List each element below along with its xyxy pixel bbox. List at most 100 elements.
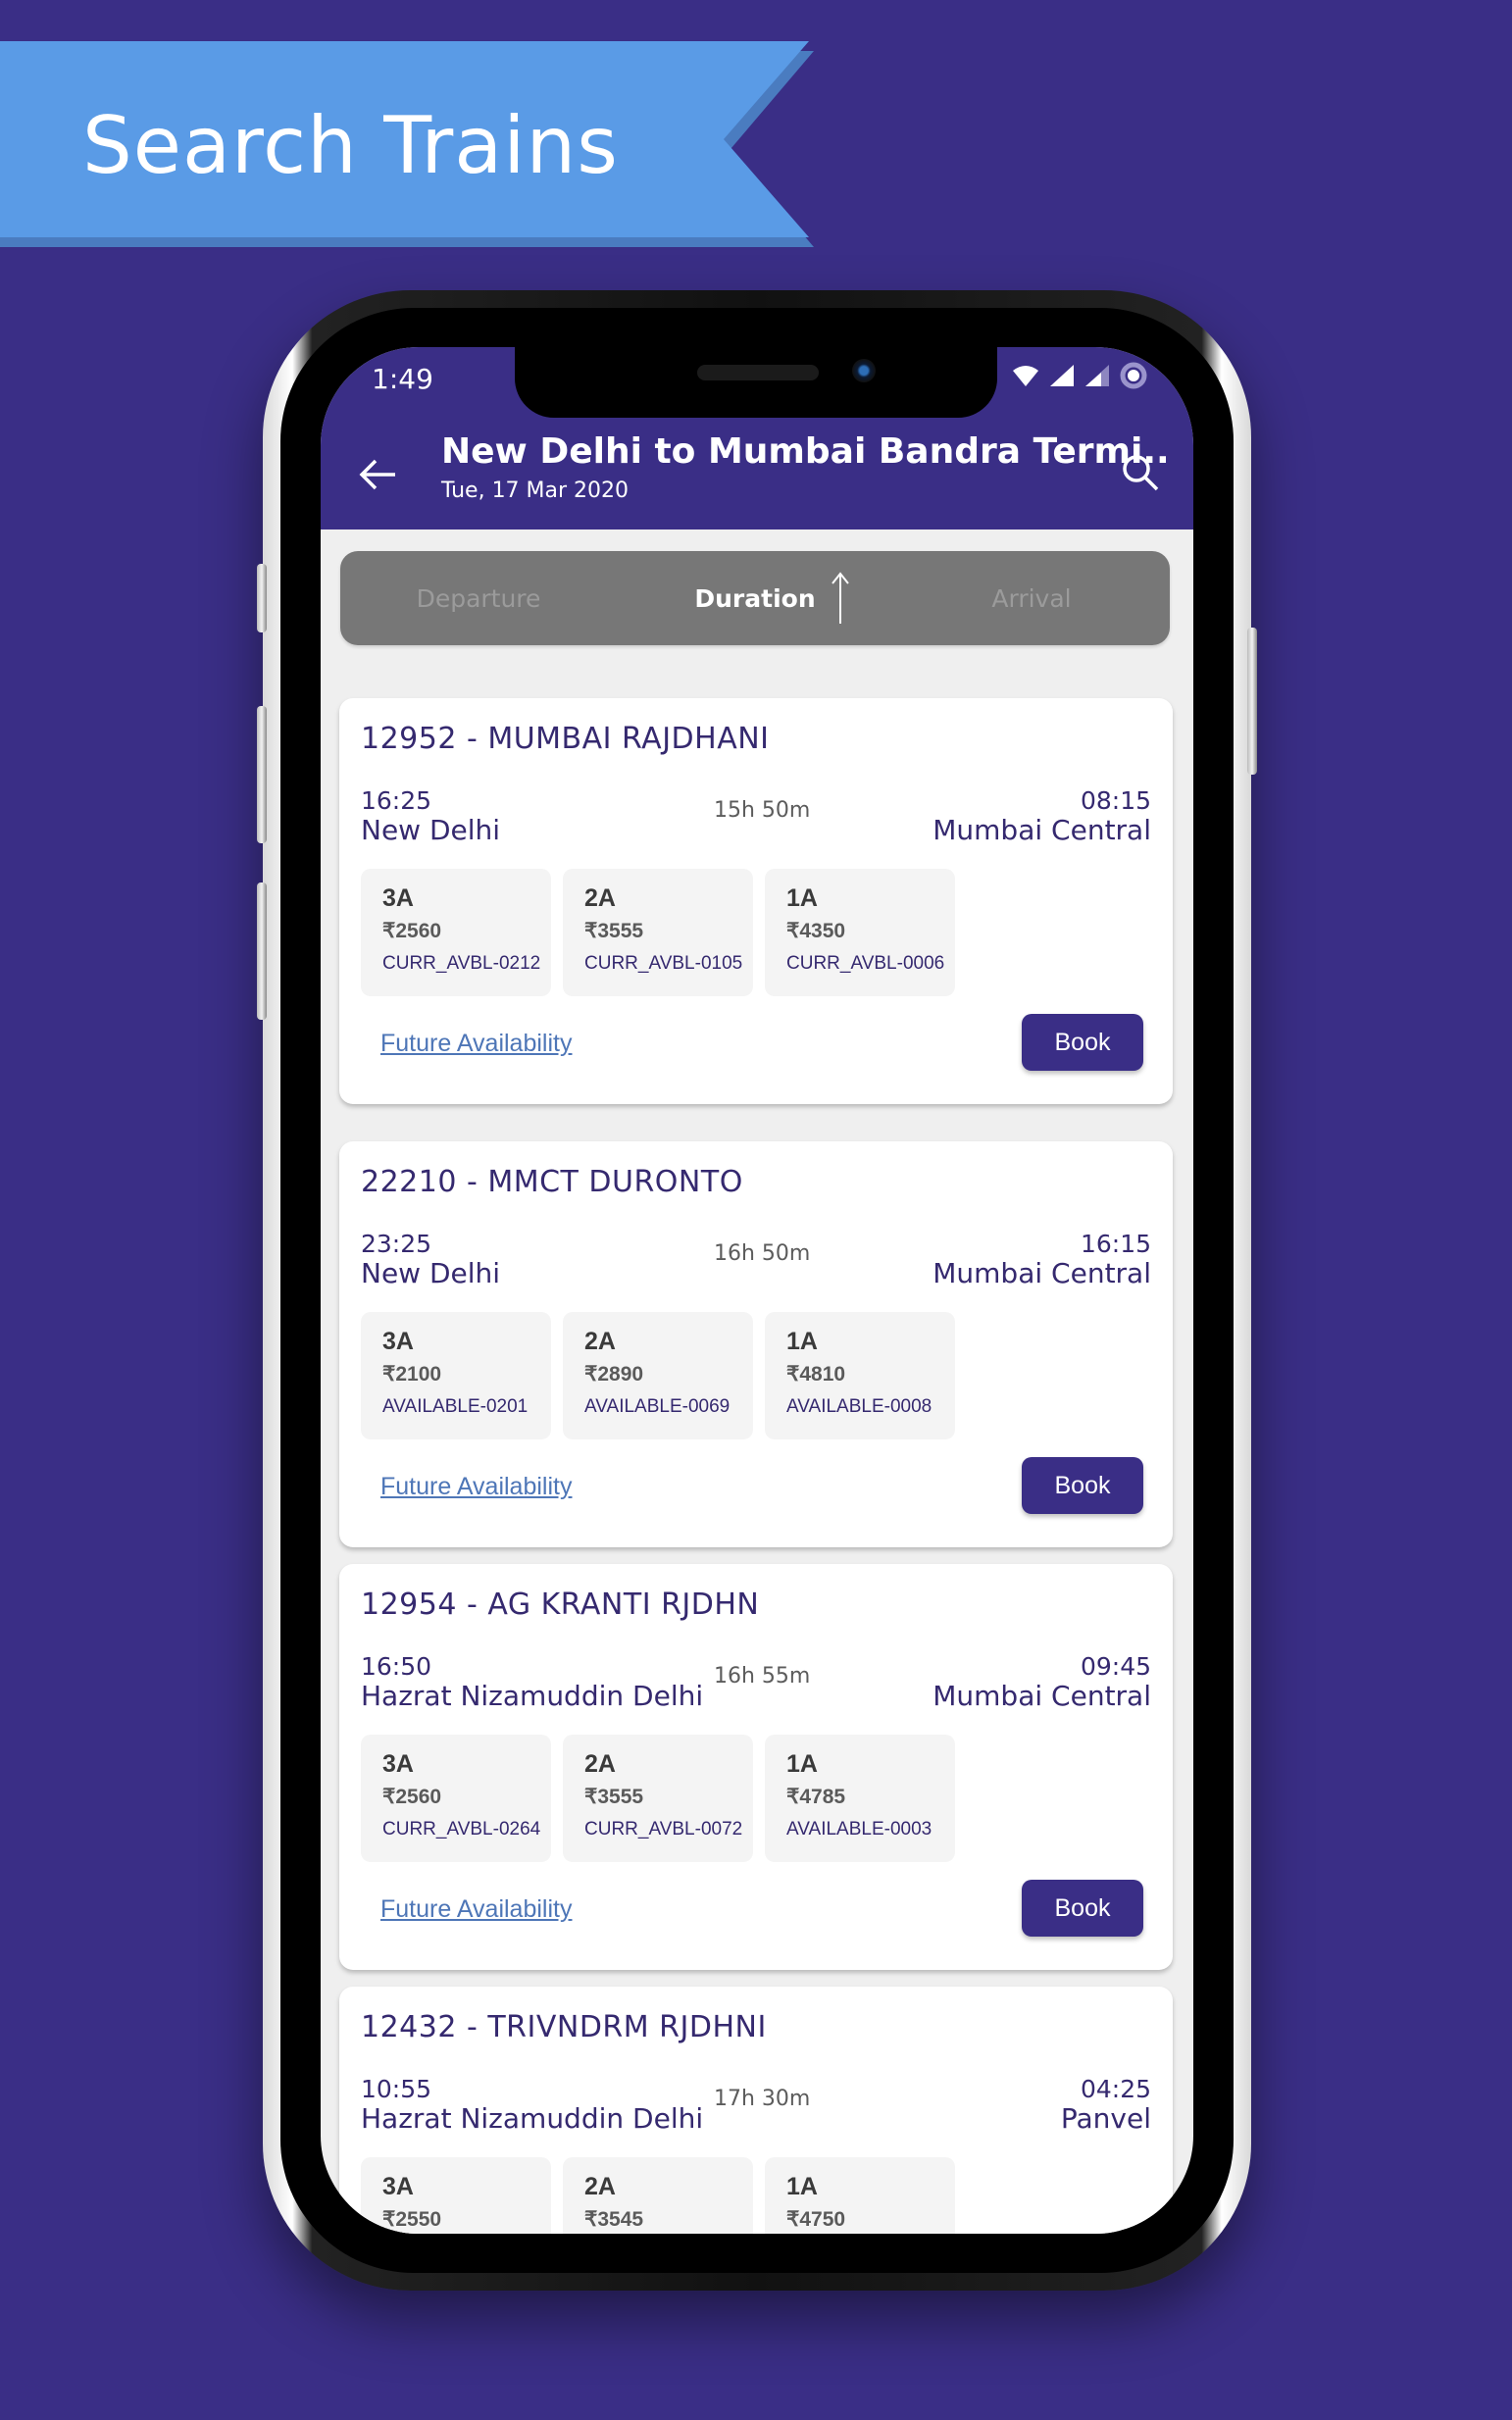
book-button[interactable]: Book: [1022, 1457, 1143, 1514]
phone-screen: 1:49 New Delhi to Mumbai Bandra Termi.. …: [321, 347, 1193, 2234]
class-availability: AVAILABLE-0069: [584, 1396, 731, 1417]
arrival-time: 09:45: [1080, 1652, 1151, 1681]
sort-tab-arrival[interactable]: Arrival: [893, 551, 1170, 645]
class-list: 3A ₹2100 AVAILABLE-0201 2A ₹2890 AVAILABLE-00…: [361, 1312, 955, 1439]
class-list: 3A ₹2550 2A ₹3545 1A ₹4750: [361, 2157, 955, 2234]
search-button[interactable]: [1113, 445, 1168, 500]
train-name: 22210 - MMCT DURONTO: [361, 1165, 743, 1199]
class-name: 1A: [786, 2173, 818, 2200]
journey-duration: 16h 50m: [714, 1241, 811, 1266]
class-option-2a[interactable]: 2A ₹3545: [563, 2157, 753, 2234]
arrival-station: Panvel: [1060, 2102, 1151, 2135]
phone-notch: [515, 347, 997, 418]
promo-banner: Search Trains: [0, 41, 814, 247]
arrival-station: Mumbai Central: [932, 814, 1151, 846]
class-fare: ₹3555: [584, 1786, 644, 1808]
wifi-icon: [1013, 366, 1038, 386]
future-availability-link[interactable]: Future Availability: [380, 1030, 572, 1058]
departure-station: Hazrat Nizamuddin Delhi: [361, 1680, 704, 1712]
class-option-3a[interactable]: 3A ₹2560 CURR_AVBL-0264: [361, 1735, 551, 1862]
class-name: 2A: [584, 1328, 616, 1355]
class-name: 3A: [382, 884, 414, 912]
class-availability: AVAILABLE-0008: [786, 1396, 932, 1417]
arrow-left-icon: [359, 459, 395, 490]
sort-tab-departure[interactable]: Departure: [340, 551, 617, 645]
class-option-2a[interactable]: 2A ₹2890 AVAILABLE-0069: [563, 1312, 753, 1439]
class-availability: CURR_AVBL-0105: [584, 953, 743, 974]
class-name: 2A: [584, 1750, 616, 1778]
class-option-2a[interactable]: 2A ₹3555 CURR_AVBL-0072: [563, 1735, 753, 1862]
class-availability: CURR_AVBL-0264: [382, 1819, 541, 1840]
phone-volume-down: [257, 882, 267, 1020]
page-title: New Delhi to Mumbai Bandra Termi..: [441, 431, 1170, 472]
future-availability-link[interactable]: Future Availability: [380, 1473, 572, 1501]
class-name: 2A: [584, 884, 616, 912]
departure-time: 16:25: [361, 786, 432, 815]
banner-title: Search Trains: [82, 100, 619, 191]
sort-bar: Departure Duration Arrival: [340, 551, 1170, 645]
class-fare: ₹4750: [786, 2208, 846, 2231]
class-availability: AVAILABLE-0201: [382, 1396, 529, 1417]
class-fare: ₹4785: [786, 1786, 846, 1808]
phone-camera: [852, 359, 876, 382]
class-availability: CURR_AVBL-0212: [382, 953, 541, 974]
arrival-time: 04:25: [1080, 2075, 1151, 2103]
arrival-station: Mumbai Central: [932, 1257, 1151, 1289]
class-option-3a[interactable]: 3A ₹2560 CURR_AVBL-0212: [361, 869, 551, 996]
journey-duration: 17h 30m: [714, 2087, 811, 2111]
sort-tab-label: Departure: [416, 583, 541, 613]
class-fare: ₹2890: [584, 1363, 644, 1386]
data-saver-icon: [1120, 362, 1147, 389]
phone-mute-switch: [257, 564, 267, 632]
class-list: 3A ₹2560 CURR_AVBL-0264 2A ₹3555 CURR_AVBL-00…: [361, 1735, 955, 1862]
class-fare: ₹2550: [382, 2208, 442, 2231]
class-name: 3A: [382, 2173, 414, 2200]
signal-icon: [1085, 365, 1109, 386]
class-name: 1A: [786, 884, 818, 912]
phone-volume-up: [257, 706, 267, 843]
phone-power-button: [1247, 628, 1257, 775]
sort-tab-duration[interactable]: Duration: [617, 551, 893, 645]
departure-time: 10:55: [361, 2075, 432, 2103]
future-availability-link[interactable]: Future Availability: [380, 1895, 572, 1924]
class-option-1a[interactable]: 1A ₹4785 AVAILABLE-0003: [765, 1735, 955, 1862]
class-option-1a[interactable]: 1A ₹4750: [765, 2157, 955, 2234]
arrival-time: 08:15: [1080, 786, 1151, 815]
class-name: 1A: [786, 1328, 818, 1355]
book-button[interactable]: Book: [1022, 1014, 1143, 1071]
class-option-1a[interactable]: 1A ₹4350 CURR_AVBL-0006: [765, 869, 955, 996]
train-card[interactable]: 22210 - MMCT DURONTO 23:25 New Delhi 16h…: [339, 1141, 1173, 1547]
journey-duration: 16h 55m: [714, 1664, 811, 1689]
class-fare: ₹3555: [584, 920, 644, 942]
class-list: 3A ₹2560 CURR_AVBL-0212 2A ₹3555 CURR_AVBL-01…: [361, 869, 955, 996]
class-fare: ₹4350: [786, 920, 846, 942]
class-option-3a[interactable]: 3A ₹2100 AVAILABLE-0201: [361, 1312, 551, 1439]
train-card[interactable]: 12952 - MUMBAI RAJDHANI 16:25 New Delhi …: [339, 698, 1173, 1104]
book-button[interactable]: Book: [1022, 1880, 1143, 1937]
train-card[interactable]: 12954 - AG KRANTI RJDHN 16:50 Hazrat Niz…: [339, 1564, 1173, 1970]
departure-time: 16:50: [361, 1652, 432, 1681]
train-card[interactable]: 12432 - TRIVNDRM RJDHNI 10:55 Hazrat Niz…: [339, 1987, 1173, 2234]
status-icons: [1011, 361, 1148, 390]
class-name: 2A: [584, 2173, 616, 2200]
sort-tab-label: Arrival: [991, 583, 1072, 613]
class-option-3a[interactable]: 3A ₹2550: [361, 2157, 551, 2234]
class-availability: CURR_AVBL-0072: [584, 1819, 743, 1840]
class-availability: CURR_AVBL-0006: [786, 953, 945, 974]
train-name: 12952 - MUMBAI RAJDHANI: [361, 722, 770, 756]
class-fare: ₹2560: [382, 920, 442, 942]
class-option-1a[interactable]: 1A ₹4810 AVAILABLE-0008: [765, 1312, 955, 1439]
class-fare: ₹2100: [382, 1363, 442, 1386]
class-fare: ₹3545: [584, 2208, 644, 2231]
departure-time: 23:25: [361, 1230, 432, 1258]
class-fare: ₹4810: [786, 1363, 846, 1386]
train-name: 12432 - TRIVNDRM RJDHNI: [361, 2010, 767, 2044]
class-name: 1A: [786, 1750, 818, 1778]
back-button[interactable]: [350, 447, 405, 502]
sort-tab-label: Duration: [694, 583, 816, 613]
search-icon: [1123, 455, 1159, 491]
departure-station: New Delhi: [361, 814, 501, 846]
journey-date: Tue, 17 Mar 2020: [441, 479, 630, 503]
class-name: 3A: [382, 1328, 414, 1355]
class-option-2a[interactable]: 2A ₹3555 CURR_AVBL-0105: [563, 869, 753, 996]
